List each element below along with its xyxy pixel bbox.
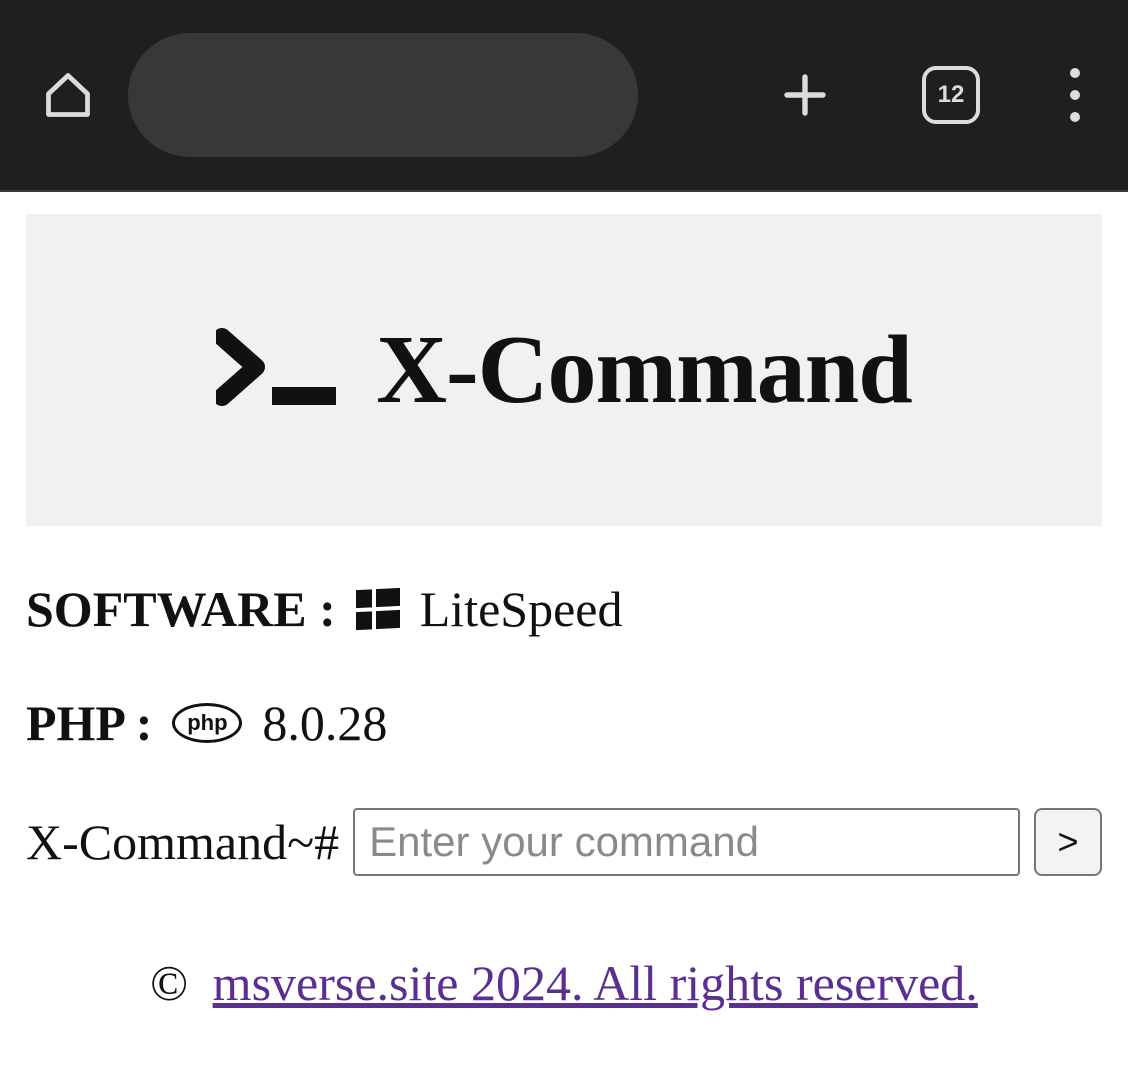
footer-link[interactable]: msverse.site 2024. All rights reserved.: [213, 955, 978, 1011]
new-tab-button[interactable]: [778, 68, 832, 122]
toolbar-right: 12: [778, 66, 1080, 124]
command-prompt: X-Command~#: [26, 813, 339, 871]
copyright-symbol: ©: [150, 955, 188, 1011]
php-label: PHP :: [26, 694, 152, 752]
home-button[interactable]: [40, 67, 96, 123]
address-bar[interactable]: [128, 33, 638, 157]
command-input[interactable]: [353, 808, 1020, 876]
submit-button[interactable]: >: [1034, 808, 1102, 876]
tab-count-value: 12: [938, 81, 965, 109]
info-block: SOFTWARE : LiteSpeed PHP : php 8.0.28 X-…: [26, 526, 1102, 876]
terminal-icon: [216, 327, 346, 413]
command-row: X-Command~# >: [26, 808, 1102, 876]
plus-icon: [778, 68, 832, 122]
kebab-dot-icon: [1070, 112, 1080, 122]
hero-banner: X-Command: [26, 214, 1102, 526]
tab-count-badge[interactable]: 12: [922, 66, 980, 124]
kebab-dot-icon: [1070, 68, 1080, 78]
home-icon: [42, 69, 94, 121]
page-title: X-Command: [376, 314, 911, 426]
windows-icon: [356, 588, 400, 630]
browser-toolbar: 12: [0, 0, 1128, 192]
software-label: SOFTWARE :: [26, 580, 336, 638]
footer: © msverse.site 2024. All rights reserved…: [26, 954, 1102, 1012]
php-icon: php: [172, 703, 242, 743]
php-row: PHP : php 8.0.28: [26, 694, 1102, 752]
software-value: LiteSpeed: [420, 580, 623, 638]
menu-button[interactable]: [1070, 68, 1080, 122]
php-value: 8.0.28: [262, 694, 387, 752]
page-content: X-Command SOFTWARE : LiteSpeed PHP : php…: [0, 192, 1128, 1012]
software-row: SOFTWARE : LiteSpeed: [26, 580, 1102, 638]
kebab-dot-icon: [1070, 90, 1080, 100]
